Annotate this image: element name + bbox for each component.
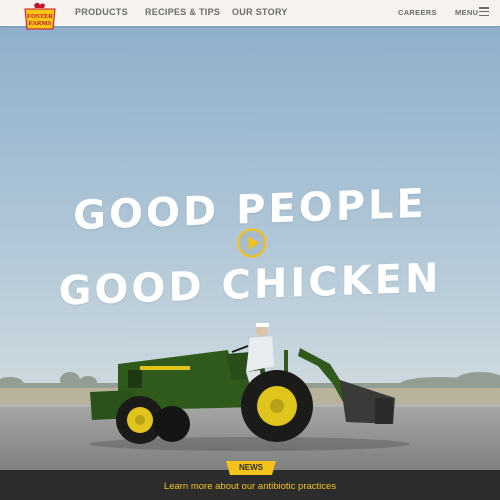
nav-products[interactable]: PRODUCTS bbox=[75, 7, 128, 17]
nav-careers[interactable]: CAREERS bbox=[398, 8, 437, 17]
nav-menu-label[interactable]: MENU bbox=[455, 8, 478, 17]
nav-recipes-tips[interactable]: RECIPES & TIPS bbox=[145, 7, 220, 17]
foster-farms-logo[interactable]: FOSTER FARMS bbox=[24, 2, 56, 30]
site-header: FOSTER FARMS PRODUCTS RECIPES & TIPS OUR… bbox=[0, 0, 500, 30]
play-icon[interactable] bbox=[237, 228, 267, 258]
news-badge: NEWS bbox=[239, 463, 263, 472]
hero-video-banner: GOOD PEOPLE GOOD CHICKEN bbox=[0, 26, 500, 470]
nav-our-story[interactable]: OUR STORY bbox=[232, 7, 288, 17]
logo-wordmark: FOSTER bbox=[27, 13, 53, 20]
hamburger-menu-icon[interactable] bbox=[479, 7, 489, 17]
svg-text:FARMS: FARMS bbox=[29, 20, 52, 27]
news-link[interactable]: Learn more about our antibiotic practice… bbox=[0, 481, 500, 492]
